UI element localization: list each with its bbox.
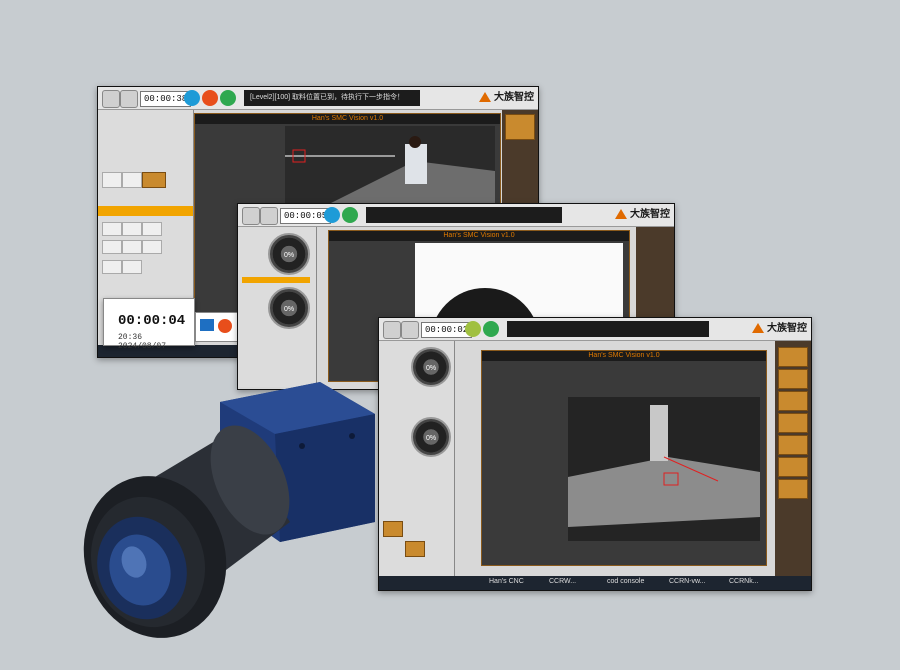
vision-title: Han's SMC Vision v1.0 xyxy=(482,351,766,361)
action-button[interactable] xyxy=(142,172,166,188)
taskbar-item[interactable]: Han's CNC xyxy=(489,578,524,585)
gauge-panel: 0% 0% xyxy=(379,341,455,576)
timer-popup: 00:00:04 20:36 2024/08/07 xyxy=(103,298,195,351)
status-marquee xyxy=(507,321,709,337)
jog-button[interactable] xyxy=(102,222,122,236)
title-bar: 00:00:02 大族智控 xyxy=(379,318,811,341)
brand-name: 大族智控 xyxy=(494,92,534,103)
status-icon xyxy=(184,90,200,106)
jog-button[interactable] xyxy=(122,222,142,236)
home-button[interactable] xyxy=(102,90,120,108)
key-button[interactable] xyxy=(122,172,142,188)
status-marquee: [Level2][100] 取料位置已到，待执行下一步指令！ xyxy=(244,90,420,106)
gauge-value: 0% xyxy=(283,306,295,314)
alarm-icon xyxy=(202,90,218,106)
industrial-camera-image xyxy=(83,382,375,638)
menu-item[interactable] xyxy=(778,369,808,389)
language-icon[interactable] xyxy=(220,90,236,106)
taskbar-item[interactable]: CCRW... xyxy=(549,578,576,585)
menu-button[interactable] xyxy=(120,90,138,108)
brand-logo: 大族智控 xyxy=(479,89,534,107)
brand-logo: 大族智控 xyxy=(752,320,807,338)
speed-gauge: 0% xyxy=(411,347,451,387)
menu-item[interactable] xyxy=(778,413,808,433)
vision-window: Han's SMC Vision v1.0 xyxy=(481,350,767,566)
jog-button[interactable] xyxy=(122,260,142,274)
menu-item[interactable] xyxy=(505,114,535,140)
brand-name: 大族智控 xyxy=(630,209,670,220)
action-button[interactable] xyxy=(405,541,425,557)
gauge-panel: 0% 0% xyxy=(238,227,317,387)
taskbar-item[interactable]: CCRN-vw... xyxy=(669,578,706,585)
menu-item[interactable] xyxy=(778,457,808,477)
key-button[interactable] xyxy=(102,172,122,188)
vision-title: Han's SMC Vision v1.0 xyxy=(329,231,629,241)
jog-button[interactable] xyxy=(142,222,162,236)
speed-gauge: 0% xyxy=(268,233,310,275)
status-icon xyxy=(465,321,481,337)
menu-button[interactable] xyxy=(260,207,278,225)
home-button[interactable] xyxy=(383,321,401,339)
brand-name: 大族智控 xyxy=(767,323,807,334)
camera-view xyxy=(568,397,760,541)
menu-item[interactable] xyxy=(778,435,808,455)
menu-button[interactable] xyxy=(401,321,419,339)
right-menu xyxy=(775,341,811,576)
camera-view xyxy=(285,126,495,206)
warning-icon xyxy=(615,209,627,220)
gauge-value: 0% xyxy=(425,365,437,373)
menu-item[interactable] xyxy=(778,391,808,411)
language-icon[interactable] xyxy=(342,207,358,223)
power-gauge: 0% xyxy=(268,287,310,329)
popup-time: 00:00:04 xyxy=(118,313,186,329)
jog-button[interactable] xyxy=(142,240,162,254)
status-marquee xyxy=(366,207,562,223)
app-window-3: 00:00:02 大族智控 0% 0% Han's SMC Vision v1.… xyxy=(378,317,812,591)
stop-icon[interactable] xyxy=(218,319,232,333)
title-bar: 00:00:38 [Level2][100] 取料位置已到，待执行下一步指令！ … xyxy=(98,87,538,110)
jog-button[interactable] xyxy=(122,240,142,254)
warning-icon xyxy=(752,323,764,334)
brand-logo: 大族智控 xyxy=(615,206,670,224)
menu-item[interactable] xyxy=(778,347,808,367)
taskbar-item[interactable]: CCRNk... xyxy=(729,578,759,585)
gauge-value: 0% xyxy=(425,435,437,443)
progress-bar xyxy=(242,277,310,283)
jog-button[interactable] xyxy=(102,260,122,274)
home-button[interactable] xyxy=(242,207,260,225)
taskbar-item[interactable]: cod console xyxy=(607,578,644,585)
warning-icon xyxy=(479,92,491,103)
monitor-icon[interactable] xyxy=(200,319,214,331)
status-icon xyxy=(324,207,340,223)
camera-image xyxy=(568,397,760,541)
power-gauge: 0% xyxy=(411,417,451,457)
vision-title: Han's SMC Vision v1.0 xyxy=(195,114,500,124)
title-bar: 00:00:05 大族智控 xyxy=(238,204,674,227)
menu-item[interactable] xyxy=(778,479,808,499)
language-icon[interactable] xyxy=(483,321,499,337)
popup-action-icons xyxy=(195,312,239,342)
taskbar: Han's CNC CCRW... cod console CCRN-vw...… xyxy=(379,576,811,590)
gauge-value: 0% xyxy=(283,252,295,260)
jog-button[interactable] xyxy=(102,240,122,254)
camera-image xyxy=(285,126,495,206)
section-header xyxy=(98,206,193,216)
popup-date: 20:36 2024/08/07 xyxy=(118,333,167,351)
